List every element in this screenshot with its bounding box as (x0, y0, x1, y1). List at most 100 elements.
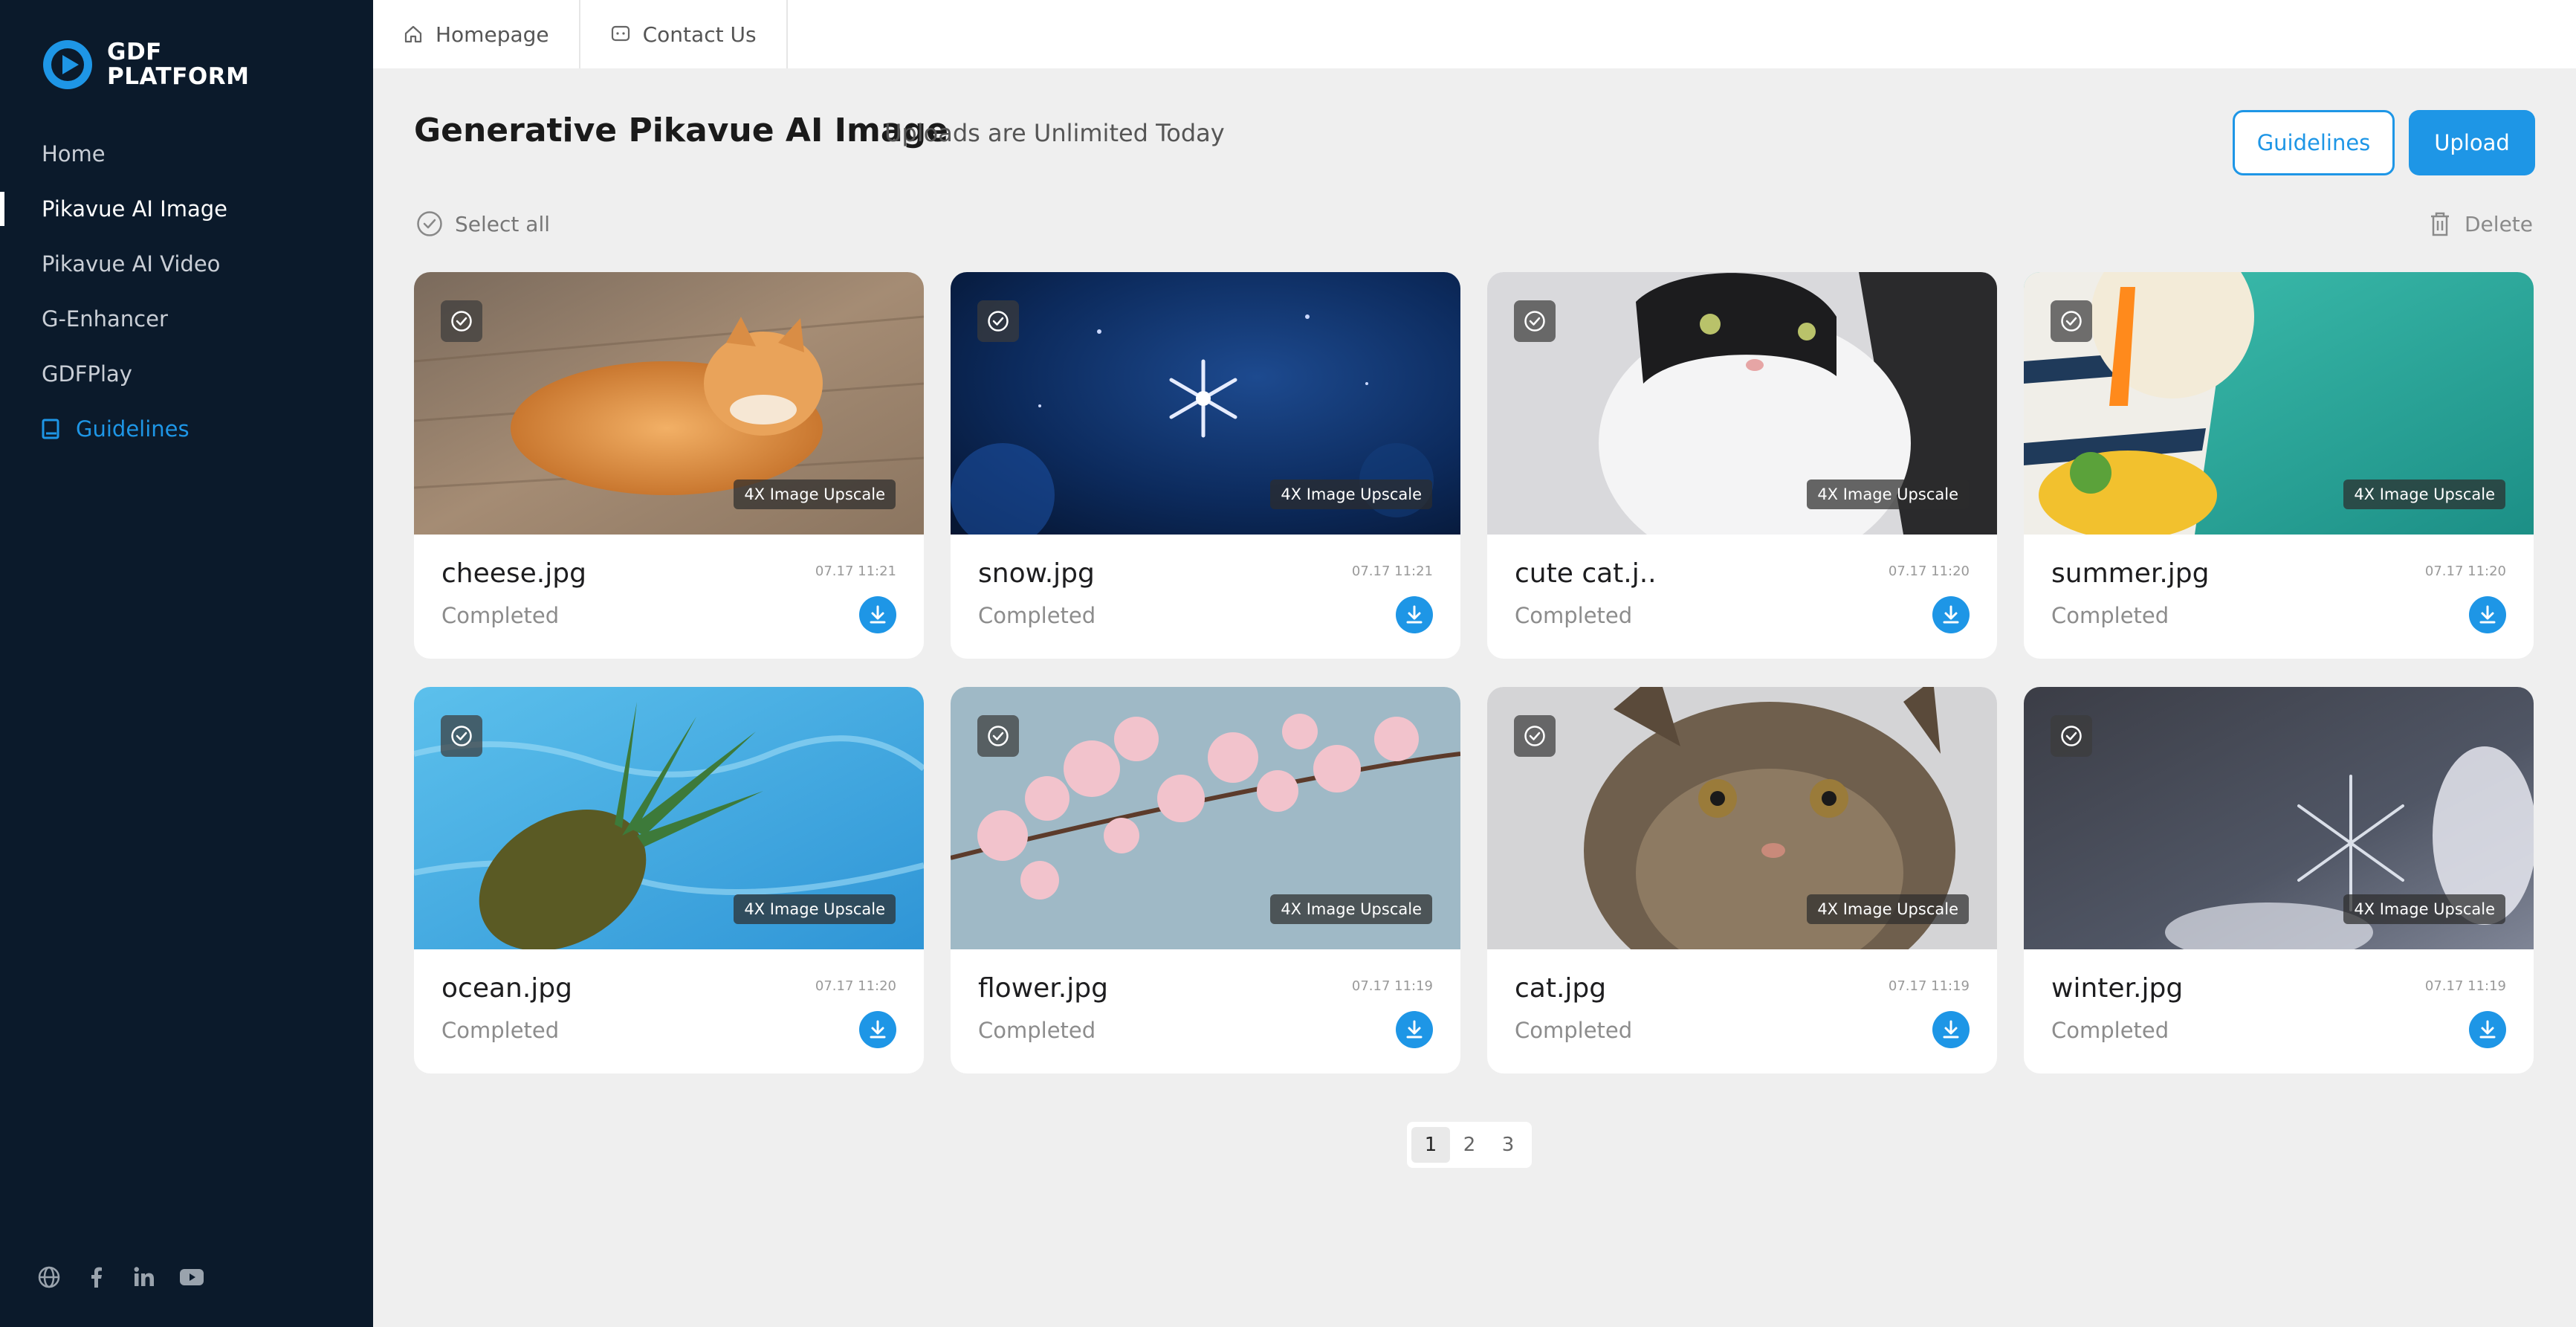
sidebar-item-pikavue-ai-image[interactable]: Pikavue AI Image (0, 181, 373, 236)
download-icon (870, 605, 886, 624)
globe-icon[interactable] (36, 1264, 62, 1291)
file-name: cat.jpg (1515, 973, 1607, 1004)
brand-line-2: PLATFORM (107, 63, 250, 90)
page-button-2[interactable]: 2 (1450, 1127, 1489, 1163)
image-card[interactable]: 4X Image Upscale flower.jpg 07.17 11:19 … (951, 687, 1460, 1073)
select-checkbox[interactable] (2051, 715, 2092, 757)
check-circle-icon (988, 726, 1009, 746)
status-text: Completed (978, 603, 1096, 628)
logo[interactable]: GDF PLATFORM (42, 39, 249, 91)
check-circle-icon (2061, 726, 2082, 746)
image-card[interactable]: 4X Image Upscale winter.jpg 07.17 11:19 … (2024, 687, 2534, 1073)
select-checkbox[interactable] (441, 300, 482, 342)
check-circle-icon (417, 211, 442, 236)
select-all-control[interactable]: Select all (416, 210, 550, 237)
check-circle-icon (2061, 311, 2082, 332)
chat-icon (611, 25, 630, 42)
status-text: Completed (441, 603, 560, 628)
guidelines-button[interactable]: Guidelines (2233, 110, 2395, 175)
timestamp: 07.17 11:20 (1888, 564, 1970, 579)
tab-homepage[interactable]: Homepage (373, 0, 580, 68)
check-circle-icon (1524, 726, 1545, 746)
download-button[interactable] (2469, 596, 2506, 633)
download-icon (1406, 1020, 1423, 1039)
download-button[interactable] (1932, 596, 1970, 633)
check-circle-icon (1524, 311, 1545, 332)
sidebar: GDF PLATFORM Home Pikavue AI Image Pikav… (0, 0, 373, 1327)
file-name: cheese.jpg (441, 558, 586, 589)
download-icon (2479, 1020, 2496, 1039)
timestamp: 07.17 11:19 (1888, 978, 1970, 994)
image-thumbnail[interactable]: 4X Image Upscale (2024, 272, 2534, 535)
sidebar-item-label: Guidelines (76, 416, 190, 442)
linkedin-icon[interactable] (131, 1264, 158, 1291)
upscale-badge: 4X Image Upscale (2343, 480, 2505, 509)
image-thumbnail[interactable]: 4X Image Upscale (2024, 687, 2534, 949)
sidebar-item-g-enhancer[interactable]: G-Enhancer (0, 291, 373, 346)
select-checkbox[interactable] (441, 715, 482, 757)
sidebar-item-guidelines[interactable]: Guidelines (0, 401, 373, 456)
upscale-badge: 4X Image Upscale (1270, 480, 1432, 509)
file-name: summer.jpg (2051, 558, 2210, 589)
sidebar-item-pikavue-ai-video[interactable]: Pikavue AI Video (0, 236, 373, 291)
sidebar-item-home[interactable]: Home (0, 126, 373, 181)
page-button-1[interactable]: 1 (1411, 1127, 1450, 1163)
pagination: 1 2 3 (1407, 1122, 1532, 1168)
image-thumbnail[interactable]: 4X Image Upscale (951, 687, 1460, 949)
image-thumbnail[interactable]: 4X Image Upscale (1487, 272, 1997, 535)
image-card[interactable]: 4X Image Upscale cheese.jpg 07.17 11:21 … (414, 272, 924, 659)
image-card[interactable]: 4X Image Upscale ocean.jpg 07.17 11:20 C… (414, 687, 924, 1073)
upscale-badge: 4X Image Upscale (734, 480, 896, 509)
timestamp: 07.17 11:20 (2424, 564, 2506, 579)
facebook-icon[interactable] (83, 1264, 110, 1291)
sidebar-item-label: G-Enhancer (42, 306, 168, 332)
select-checkbox[interactable] (977, 300, 1019, 342)
select-checkbox[interactable] (2051, 300, 2092, 342)
image-thumbnail[interactable]: 4X Image Upscale (1487, 687, 1997, 949)
status-text: Completed (2051, 603, 2169, 628)
timestamp: 07.17 11:21 (815, 564, 896, 579)
select-checkbox[interactable] (1514, 715, 1556, 757)
status-text: Completed (978, 1018, 1096, 1043)
youtube-icon[interactable] (178, 1264, 205, 1291)
image-card[interactable]: 4X Image Upscale snow.jpg 07.17 11:21 Co… (951, 272, 1460, 659)
sidebar-item-gdfplay[interactable]: GDFPlay (0, 346, 373, 401)
delete-control[interactable]: Delete (2429, 210, 2533, 237)
image-thumbnail[interactable]: 4X Image Upscale (951, 272, 1460, 535)
image-card[interactable]: 4X Image Upscale cat.jpg 07.17 11:19 Com… (1487, 687, 1997, 1073)
download-button[interactable] (859, 596, 896, 633)
image-thumbnail[interactable]: 4X Image Upscale (414, 272, 924, 535)
brand-line-1: GDF (107, 39, 162, 65)
check-circle-icon (451, 311, 472, 332)
select-checkbox[interactable] (1514, 300, 1556, 342)
image-card[interactable]: 4X Image Upscale summer.jpg 07.17 11:20 … (2024, 272, 2534, 659)
download-button[interactable] (1932, 1011, 1970, 1048)
top-bar: Homepage Contact Us (373, 0, 2576, 68)
file-name: winter.jpg (2051, 973, 2184, 1004)
status-text: Completed (2051, 1018, 2169, 1043)
trash-icon (2431, 212, 2449, 236)
check-circle-icon (451, 726, 472, 746)
upscale-badge: 4X Image Upscale (734, 894, 896, 924)
upload-button[interactable]: Upload (2409, 110, 2535, 175)
check-circle-icon (988, 311, 1009, 332)
download-button[interactable] (1396, 1011, 1433, 1048)
timestamp: 07.17 11:19 (1351, 978, 1433, 994)
delete-label: Delete (2465, 211, 2533, 236)
image-card[interactable]: 4X Image Upscale cute cat.j.. 07.17 11:2… (1487, 272, 1997, 659)
upscale-badge: 4X Image Upscale (2343, 894, 2505, 924)
image-thumbnail[interactable]: 4X Image Upscale (414, 687, 924, 949)
timestamp: 07.17 11:19 (2424, 978, 2506, 994)
status-text: Completed (1515, 603, 1633, 628)
tab-contact-us[interactable]: Contact Us (580, 0, 788, 68)
sidebar-item-label: Pikavue AI Video (42, 251, 221, 277)
download-button[interactable] (2469, 1011, 2506, 1048)
sidebar-item-label: Pikavue AI Image (42, 196, 227, 222)
select-all-label: Select all (455, 211, 550, 236)
page-button-3[interactable]: 3 (1489, 1127, 1527, 1163)
download-button[interactable] (859, 1011, 896, 1048)
upscale-badge: 4X Image Upscale (1807, 894, 1969, 924)
download-button[interactable] (1396, 596, 1433, 633)
select-checkbox[interactable] (977, 715, 1019, 757)
page-title: Generative Pikavue AI Image (414, 112, 948, 149)
